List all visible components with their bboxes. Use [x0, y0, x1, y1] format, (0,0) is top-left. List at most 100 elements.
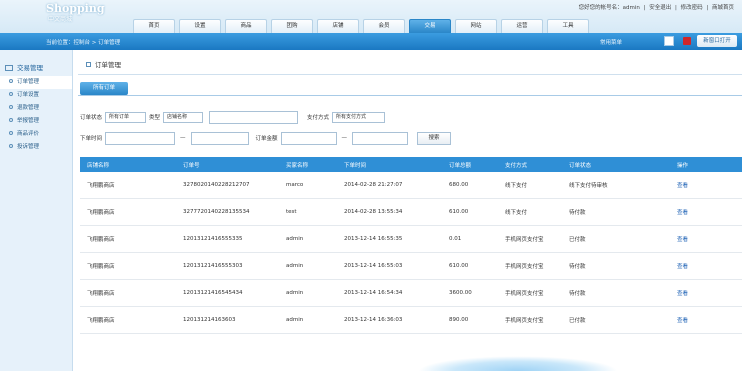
cell-buyer: admin: [286, 290, 304, 296]
nav-tab-goods[interactable]: 商品: [225, 19, 267, 33]
range-dash: —: [341, 135, 348, 141]
type-select[interactable]: 店铺名称: [163, 111, 204, 123]
bullet-icon: [9, 79, 13, 83]
view-link[interactable]: 查看: [677, 235, 742, 243]
pay-method-select[interactable]: 所有支付方式: [332, 111, 386, 123]
nav-tab-tools[interactable]: 工具: [547, 19, 589, 33]
list-icon: [86, 62, 91, 67]
pay-method-label: 支付方式: [307, 115, 330, 121]
keyword-input[interactable]: [209, 110, 299, 124]
col-buyer: 买家名称: [286, 162, 309, 169]
sidebar-item-orders[interactable]: 订单管理: [0, 76, 72, 89]
top-nav: 首页 设置 商品 团购 店铺 会员 交易 网站 运营 工具: [133, 18, 593, 33]
col-order-time: 下单时间: [344, 162, 367, 169]
cell-total: 3600.00: [449, 290, 472, 296]
table-header: 店铺名称 订单号 买家名称 下单时间 订单总额 支付方式 订单状态 操作: [80, 157, 742, 172]
cell-status: 线下支付待审核: [569, 183, 608, 189]
nav-tab-store[interactable]: 店铺: [317, 19, 359, 33]
nav-tab-groupbuy[interactable]: 团购: [271, 19, 313, 33]
table-row: 飞翔鹏商店 3278020140228212707 marco 2014-02-…: [80, 172, 742, 199]
cell-buyer: admin: [286, 263, 304, 269]
cell-total: 680.00: [449, 182, 469, 188]
type-label: 类型: [149, 115, 161, 121]
cell-store: 飞翔鹏商店: [87, 183, 115, 189]
cell-status: 待付款: [569, 210, 586, 216]
table-row: 飞翔鹏商店 3277720140228135534 test 2014-02-2…: [80, 199, 742, 226]
col-order-no: 订单号: [183, 162, 200, 169]
store-home-link[interactable]: 商城首页: [712, 5, 734, 11]
nav-tab-trade[interactable]: 交易: [409, 19, 451, 33]
nav-tab-website[interactable]: 网站: [455, 19, 497, 33]
cell-payment: 线下支付: [505, 183, 528, 189]
quick-menu-icon[interactable]: [664, 36, 674, 46]
sidebar-item-refunds[interactable]: 退款管理: [0, 102, 72, 115]
order-time-label: 下单时间: [80, 136, 103, 142]
table-row: 飞翔鹏商店 120131214163603 admin 2013-12-14 1…: [80, 307, 742, 334]
sidebar-title: 交易管理: [5, 62, 43, 72]
orders-table: 店铺名称 订单号 买家名称 下单时间 订单总额 支付方式 订单状态 操作 飞翔鹏…: [80, 157, 742, 334]
sidebar-item-reviews[interactable]: 商品评价: [0, 128, 72, 141]
cell-order-time: 2014-02-28 21:27:07: [344, 182, 403, 188]
nav-tab-settings[interactable]: 设置: [179, 19, 221, 33]
cell-order-time: 2013-12-14 16:55:35: [344, 236, 403, 242]
stop-icon[interactable]: [683, 37, 691, 45]
cell-total: 890.00: [449, 317, 469, 323]
change-password-link[interactable]: 修改密码: [681, 5, 703, 11]
cell-payment: 手机网页支付宝: [505, 237, 544, 243]
start-time-input[interactable]: [105, 131, 176, 145]
max-amount-input[interactable]: [352, 131, 409, 145]
table-row: 飞翔鹏商店 12013121416545434 admin 2013-12-14…: [80, 280, 742, 307]
nav-tab-member[interactable]: 会员: [363, 19, 405, 33]
view-link[interactable]: 查看: [677, 208, 742, 216]
cell-order-no: 3277720140228135534: [183, 209, 250, 215]
cell-store: 飞翔鹏商店: [87, 291, 115, 297]
col-status: 订单状态: [569, 162, 592, 169]
min-amount-input[interactable]: [280, 131, 337, 145]
tab-all-orders[interactable]: 所有订单: [80, 82, 128, 95]
search-button[interactable]: 搜索: [417, 131, 452, 145]
cell-status: 待付款: [569, 264, 586, 270]
view-link[interactable]: 查看: [677, 262, 742, 270]
divider: [78, 95, 742, 96]
cell-store: 飞翔鹏商店: [87, 237, 115, 243]
cell-order-no: 12013121416555335: [183, 236, 243, 242]
cell-status: 待付款: [569, 291, 586, 297]
nav-tab-operation[interactable]: 运营: [501, 19, 543, 33]
cell-payment: 手机网页支付宝: [505, 264, 544, 270]
new-window-button[interactable]: 新窗口打开: [697, 35, 737, 47]
cell-buyer: admin: [286, 317, 304, 323]
quick-menu-label[interactable]: 常用菜单: [600, 38, 622, 46]
view-link[interactable]: 查看: [677, 289, 742, 297]
sidebar-item-order-settings[interactable]: 订单设置: [0, 89, 72, 102]
cell-status: 已付款: [569, 318, 586, 324]
bullet-icon: [9, 92, 13, 96]
bullet-icon: [9, 131, 13, 135]
col-total: 订单总额: [449, 162, 472, 169]
sidebar-item-complaints[interactable]: 投诉管理: [0, 141, 72, 154]
cell-store: 飞翔鹏商店: [87, 264, 115, 270]
user-info: 您好您的帐号名：admin: [578, 5, 640, 11]
decorative-cloud: [418, 356, 618, 371]
end-time-input[interactable]: [190, 131, 249, 145]
bullet-icon: [9, 144, 13, 148]
col-action: 操作: [677, 162, 689, 169]
cell-order-no: 3278020140228212707: [183, 182, 250, 188]
nav-tab-home[interactable]: 首页: [133, 19, 175, 33]
divider: [78, 74, 742, 75]
cell-status: 已付款: [569, 237, 586, 243]
cell-store: 飞翔鹏商店: [87, 210, 115, 216]
view-link[interactable]: 查看: [677, 181, 742, 189]
filter-row-1: 订单状态 所有订单 类型 店铺名称 支付方式 所有支付方式: [80, 110, 388, 124]
top-header: Shopping 中文商城 您好您的帐号名：admin | 安全退出 | 修改密…: [0, 0, 742, 33]
cell-total: 610.00: [449, 209, 469, 215]
cell-order-no: 120131214163603: [183, 317, 236, 323]
logout-link[interactable]: 安全退出: [649, 5, 671, 11]
sidebar-list: 订单管理 订单设置 退款管理 举报管理 商品评价 投诉管理: [0, 76, 72, 154]
order-status-select[interactable]: 所有订单: [105, 111, 147, 123]
cell-payment: 线下支付: [505, 210, 528, 216]
breadcrumb-bar: 当前位置：控制台 > 订单管理 常用菜单 新窗口打开: [0, 33, 742, 50]
col-store: 店铺名称: [87, 162, 110, 169]
sidebar-item-reports[interactable]: 举报管理: [0, 115, 72, 128]
view-link[interactable]: 查看: [677, 316, 742, 324]
cell-store: 飞翔鹏商店: [87, 318, 115, 324]
